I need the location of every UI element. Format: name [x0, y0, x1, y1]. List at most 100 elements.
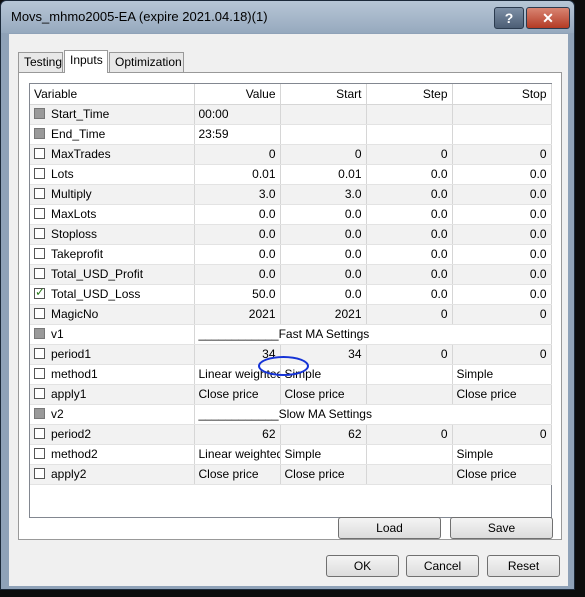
start-cell[interactable]: 0.0 [280, 284, 367, 305]
header-start[interactable]: Start [280, 84, 367, 105]
step-cell[interactable]: 0.0 [366, 244, 453, 265]
stop-cell[interactable]: 0.0 [452, 204, 552, 225]
table-row[interactable]: MaxTrades 0 0 0 0 [30, 144, 552, 165]
checkbox-icon[interactable] [34, 228, 45, 239]
reset-button[interactable]: Reset [487, 555, 560, 577]
stop-cell[interactable]: 0.0 [452, 224, 552, 245]
value-cell[interactable]: Linear weighted [194, 444, 281, 465]
value-cell[interactable]: 0.0 [194, 224, 281, 245]
checkbox-icon[interactable] [34, 448, 45, 459]
step-cell[interactable]: 0.0 [366, 204, 453, 225]
value-cell[interactable]: 0.0 [194, 264, 281, 285]
step-cell[interactable]: 0.0 [366, 284, 453, 305]
value-cell[interactable]: 0.0 [194, 244, 281, 265]
load-button[interactable]: Load [338, 517, 441, 539]
stop-cell[interactable]: 0 [452, 144, 552, 165]
table-row[interactable]: Takeprofit 0.0 0.0 0.0 0.0 [30, 244, 552, 265]
stop-cell[interactable]: 0 [452, 344, 552, 365]
value-cell[interactable]: 0.0 [194, 204, 281, 225]
table-row[interactable]: Start_Time 00:00 [30, 104, 552, 125]
tab-testing[interactable]: Testing [18, 52, 63, 72]
title-bar[interactable]: Movs_mhmo2005-EA (expire 2021.04.18)(1) … [1, 1, 574, 33]
value-cell[interactable]: 62 [194, 424, 281, 445]
stop-cell[interactable]: 0 [452, 424, 552, 445]
stop-cell[interactable]: Close price [452, 464, 552, 485]
table-row[interactable]: ✓ Total_USD_Loss 50.0 0.0 0.0 0.0 [30, 284, 552, 305]
table-row[interactable]: period2 62 62 0 0 [30, 424, 552, 445]
step-cell[interactable]: 0.0 [366, 264, 453, 285]
step-cell[interactable]: 0 [366, 304, 453, 325]
start-cell[interactable]: Close price [280, 464, 367, 485]
step-cell[interactable]: 0.0 [366, 164, 453, 185]
start-cell[interactable]: 0.0 [280, 244, 367, 265]
start-cell[interactable]: 0.0 [280, 264, 367, 285]
save-button[interactable]: Save [450, 517, 553, 539]
tab-inputs[interactable]: Inputs [64, 50, 108, 73]
header-stop[interactable]: Stop [452, 84, 552, 105]
stop-cell[interactable] [452, 104, 552, 125]
step-cell[interactable]: 0.0 [366, 184, 453, 205]
stop-cell[interactable]: Simple [452, 444, 552, 465]
stop-cell[interactable] [452, 124, 552, 145]
checkbox-icon[interactable] [34, 428, 45, 439]
checkbox-icon[interactable] [34, 148, 45, 159]
ok-button[interactable]: OK [326, 555, 399, 577]
table-row[interactable]: End_Time 23:59 [30, 124, 552, 145]
value-cell[interactable]: 2021 [194, 304, 281, 325]
stop-cell[interactable]: Simple [452, 364, 552, 385]
inputs-table-container[interactable]: Variable Value Start Step Stop Start_Tim… [29, 83, 552, 518]
tab-optimization[interactable]: Optimization [109, 52, 184, 72]
step-cell[interactable] [366, 124, 453, 145]
start-cell[interactable]: 0.0 [280, 204, 367, 225]
table-row[interactable]: Lots 0.01 0.01 0.0 0.0 [30, 164, 552, 185]
step-cell[interactable] [366, 444, 453, 465]
checkbox-icon[interactable]: ✓ [34, 285, 45, 299]
stop-cell[interactable]: 0.0 [452, 264, 552, 285]
close-button[interactable]: ✕ [526, 7, 570, 29]
header-value[interactable]: Value [194, 84, 281, 105]
table-row[interactable]: v1 ____________Fast MA Settings [30, 324, 552, 345]
step-cell[interactable] [366, 104, 453, 125]
value-cell[interactable]: Close price [194, 384, 281, 405]
value-cell[interactable]: 0 [194, 144, 281, 165]
stop-cell[interactable]: 0 [452, 304, 552, 325]
value-cell[interactable]: ____________Slow MA Settings [194, 404, 552, 425]
value-cell[interactable]: ____________Fast MA Settings [194, 324, 552, 345]
table-row[interactable]: Multiply 3.0 3.0 0.0 0.0 [30, 184, 552, 205]
value-cell[interactable]: 23:59 [194, 124, 281, 145]
step-cell[interactable]: 0 [366, 424, 453, 445]
header-step[interactable]: Step [366, 84, 453, 105]
start-cell[interactable]: 62 [280, 424, 367, 445]
checkbox-icon[interactable] [34, 368, 45, 379]
checkbox-icon[interactable] [34, 208, 45, 219]
table-row[interactable]: Stoploss 0.0 0.0 0.0 0.0 [30, 224, 552, 245]
checkbox-icon[interactable] [34, 168, 45, 179]
start-cell[interactable]: 2021 [280, 304, 367, 325]
table-row[interactable]: method2 Linear weighted Simple Simple [30, 444, 552, 465]
help-button[interactable]: ? [494, 7, 524, 29]
table-row[interactable]: apply2 Close price Close price Close price [30, 464, 552, 485]
cancel-button[interactable]: Cancel [406, 555, 479, 577]
table-row[interactable]: MagicNo 2021 2021 0 0 [30, 304, 552, 325]
table-row[interactable]: Total_USD_Profit 0.0 0.0 0.0 0.0 [30, 264, 552, 285]
table-row[interactable]: MaxLots 0.0 0.0 0.0 0.0 [30, 204, 552, 225]
stop-cell[interactable]: 0.0 [452, 284, 552, 305]
checkbox-icon[interactable] [34, 468, 45, 479]
start-cell[interactable] [280, 124, 367, 145]
stop-cell[interactable]: Close price [452, 384, 552, 405]
start-cell[interactable] [280, 104, 367, 125]
step-cell[interactable] [366, 384, 453, 405]
checkbox-icon[interactable] [34, 308, 45, 319]
start-cell[interactable]: Close price [280, 384, 367, 405]
value-cell[interactable]: 00:00 [194, 104, 281, 125]
start-cell[interactable]: 3.0 [280, 184, 367, 205]
checkbox-icon[interactable] [34, 188, 45, 199]
checkbox-icon[interactable] [34, 388, 45, 399]
checkbox-icon[interactable] [34, 268, 45, 279]
step-cell[interactable]: 0 [366, 144, 453, 165]
start-cell[interactable]: 0.0 [280, 224, 367, 245]
value-cell[interactable]: Close price [194, 464, 281, 485]
step-cell[interactable]: 0 [366, 344, 453, 365]
stop-cell[interactable]: 0.0 [452, 244, 552, 265]
value-cell[interactable]: 50.0 [194, 284, 281, 305]
